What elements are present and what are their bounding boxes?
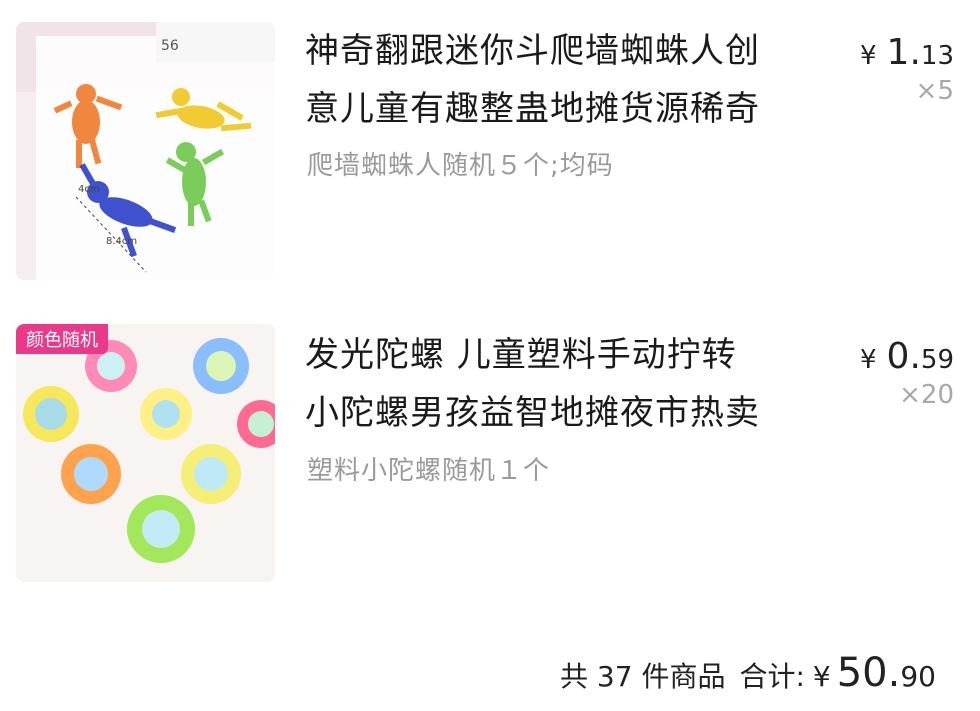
product-title-line: 小陀螺男孩益智地摊夜市热卖 <box>305 393 760 433</box>
product-title-line: 发光陀螺 儿童塑料手动拧转 <box>305 335 737 375</box>
unit-price: ¥1.13 <box>860 32 954 73</box>
total-label: 合计: <box>739 660 805 693</box>
product-title-line: 意儿童有趣整蛊地摊货源稀奇 <box>305 89 760 129</box>
svg-text:56: 56 <box>161 38 179 54</box>
quantity: ×20 <box>899 380 954 410</box>
quantity: ×5 <box>915 76 954 106</box>
wall-climbing-toy-image[interactable]: 56 4cm 8.4cm <box>16 22 275 280</box>
total-integer: 50. <box>836 650 901 696</box>
cart-item[interactable]: 颜色随机 发光陀螺 儿童塑料手动拧转 小陀螺男孩益智地摊夜市热卖 塑料小陀螺随机… <box>0 302 980 602</box>
currency-symbol: ¥ <box>812 660 831 693</box>
item-count: 共 37 件商品 <box>560 660 726 693</box>
svg-text:8.4cm: 8.4cm <box>106 236 137 247</box>
currency-symbol: ¥ <box>860 345 877 375</box>
svg-text:4cm: 4cm <box>78 184 100 195</box>
cart-item[interactable]: 56 4cm 8.4cm 神奇翻跟迷你斗爬墙蜘蛛人创 意儿童有趣整蛊地摊货源稀奇… <box>0 0 980 300</box>
order-summary: 共 37 件商品 合计: ¥50.90 <box>560 650 936 696</box>
currency-symbol: ¥ <box>860 41 877 71</box>
sku-spec: 爬墙蜘蛛人随机５个;均码 <box>307 151 614 181</box>
product-title[interactable]: 神奇翻跟迷你斗爬墙蜘蛛人创 意儿童有趣整蛊地摊货源稀奇 <box>305 22 845 138</box>
total-decimal: 90 <box>900 660 936 693</box>
unit-price: ¥0.59 <box>860 336 954 377</box>
sku-spec: 塑料小陀螺随机１个 <box>307 456 551 486</box>
product-title[interactable]: 发光陀螺 儿童塑料手动拧转 小陀螺男孩益智地摊夜市热卖 <box>305 326 845 442</box>
price-decimal: 59 <box>920 345 954 375</box>
price-integer: 1. <box>886 32 921 73</box>
color-random-badge: 颜色随机 <box>16 324 108 354</box>
spinning-top-toy-image[interactable]: 颜色随机 <box>16 324 275 582</box>
price-integer: 0. <box>886 336 921 377</box>
product-title-line: 神奇翻跟迷你斗爬墙蜘蛛人创 <box>305 31 760 71</box>
price-decimal: 13 <box>920 41 954 71</box>
